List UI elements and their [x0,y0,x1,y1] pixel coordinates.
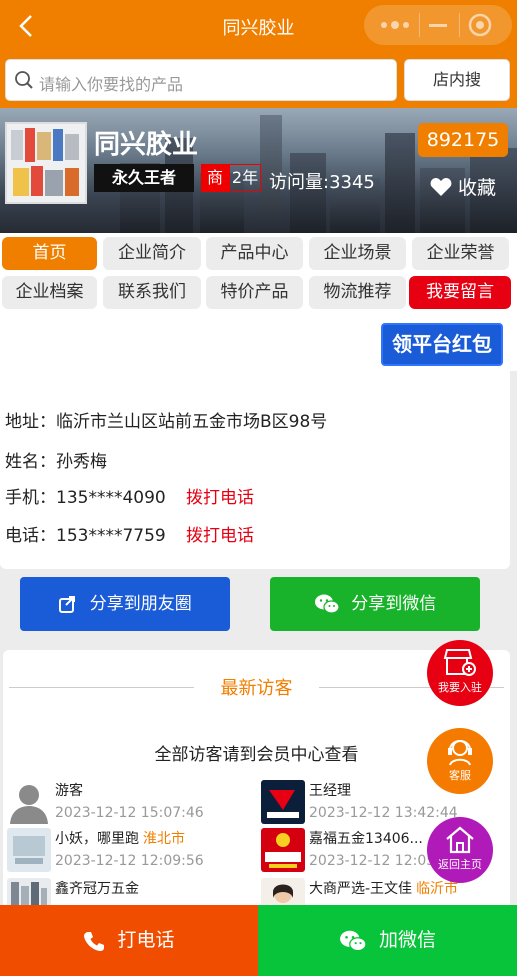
tab-company-intro[interactable]: 企业简介 [103,237,201,270]
close-target-icon[interactable] [468,13,492,37]
red-packet-button[interactable]: 领平台红包 [381,323,503,366]
store-code-badge: 892175 [418,123,508,157]
favorite-label: 收藏 [458,177,497,199]
share-icon [59,596,76,613]
visitor-city: 临沂市 [416,881,459,897]
tab-scenes[interactable]: 企业场景 [309,237,406,270]
customer-service-icon [448,740,472,766]
visitor-avatar [261,828,305,872]
add-wechat-label: 加微信 [379,929,437,951]
visitor-time: 2023-12-12 13:42:44 [309,805,458,821]
search-placeholder: 请输入你要找的产品 [39,75,184,94]
tab-products[interactable]: 产品中心 [206,237,303,270]
years-badge: 2年 [229,164,261,192]
visitor-item[interactable]: 游客 2023-12-12 15:07:46 [7,780,257,832]
heart-icon [430,177,452,196]
tab-honors[interactable]: 企业荣誉 [412,237,509,270]
phone-icon [84,931,105,951]
visit-count: 访问量:3345 [269,172,375,193]
visitor-name: 鑫齐冠万五金 [55,881,139,897]
favorite-button[interactable]: 收藏 [430,173,496,200]
visitor-name: 嘉福五金13406... [309,831,423,847]
wechat-icon [314,594,340,614]
tab-logistics[interactable]: 物流推荐 [309,276,406,309]
tab-leave-message[interactable]: 我要留言 [409,276,511,309]
visitor-name: 大商严选-王文佳 临沂市 [309,881,459,897]
tab-contact[interactable]: 联系我们 [103,276,201,309]
rank-badge: 永久王者 [94,164,194,192]
visitor-name: 小妖，哪里跑 淮北市 [55,831,185,847]
share-wechat-label: 分享到微信 [351,594,437,614]
call-mobile-link[interactable]: 拨打电话 [186,483,254,508]
call-phone-link[interactable]: 拨打电话 [186,521,254,546]
visitor-name: 王经理 [309,783,351,799]
visitor-avatar [7,780,51,824]
company-name: 同兴胶业 [94,130,199,160]
share-moments-button[interactable]: 分享到朋友圈 [20,577,230,631]
visitor-avatar [261,780,305,824]
more-icon[interactable] [378,17,412,33]
service-fab-button[interactable]: 客服 [427,728,493,794]
contact-name: 姓名：孙秀梅 [5,452,107,472]
share-wechat-button[interactable]: 分享到微信 [270,577,480,631]
visitor-time: 2023-12-12 12:05: [309,853,440,869]
visitor-name: 游客 [55,783,83,799]
tab-archive[interactable]: 企业档案 [2,276,97,309]
mini-program-capsule [364,5,512,45]
visitor-time: 2023-12-12 12:09:56 [55,853,204,869]
tab-home[interactable]: 首页 [2,237,97,270]
search-input[interactable]: 请输入你要找的产品 [5,59,397,101]
store-search-button[interactable]: 店内搜 [404,59,510,101]
search-icon [14,70,34,90]
wechat-icon [340,930,367,951]
join-fab-button[interactable]: 我要入驻 [427,640,493,706]
contact-card: 地址：临沂市兰山区站前五金市场B区98号 姓名：孙秀梅 手机：135****40… [0,371,510,569]
store-banner: 同兴胶业 永久王者 商 2年 访问量:3345 892175 收藏 [0,108,517,233]
tab-specials[interactable]: 特价产品 [206,276,303,309]
home-fab-button[interactable]: 返回主页 [427,817,493,883]
phone-text: 电话：153****7759 [5,526,166,546]
top-bar: 同兴胶业 [0,0,517,52]
phone-row: 电话：153****7759 拨打电话 [5,521,254,546]
mobile-text: 手机：135****4090 [5,488,166,508]
share-moments-label: 分享到朋友圈 [89,594,192,614]
add-wechat-button[interactable]: 加微信 [258,905,517,976]
join-label: 我要入驻 [438,681,482,694]
store-logo[interactable] [5,122,87,204]
service-label: 客服 [449,769,471,782]
visitor-avatar [7,828,51,872]
nav-area: 首页 企业简介 产品中心 企业场景 企业荣誉 企业档案 联系我们 特价产品 物流… [0,233,517,371]
call-label: 打电话 [117,929,175,951]
call-button[interactable]: 打电话 [0,905,258,976]
store-join-icon [443,649,476,676]
visitor-city: 淮北市 [143,831,185,847]
merchant-badge: 商 [201,164,229,192]
minimize-icon[interactable] [426,17,450,33]
visitor-time: 2023-12-12 15:07:46 [55,805,204,821]
address-text: 地址：临沂市兰山区站前五金市场B区98号 [5,412,328,432]
home-icon [446,826,474,854]
home-label: 返回主页 [438,858,482,871]
mobile-row: 手机：135****4090 拨打电话 [5,483,254,508]
search-bar: 请输入你要找的产品 店内搜 [0,52,517,108]
visitor-item[interactable]: 小妖，哪里跑 淮北市 2023-12-12 12:09:56 [7,828,257,880]
